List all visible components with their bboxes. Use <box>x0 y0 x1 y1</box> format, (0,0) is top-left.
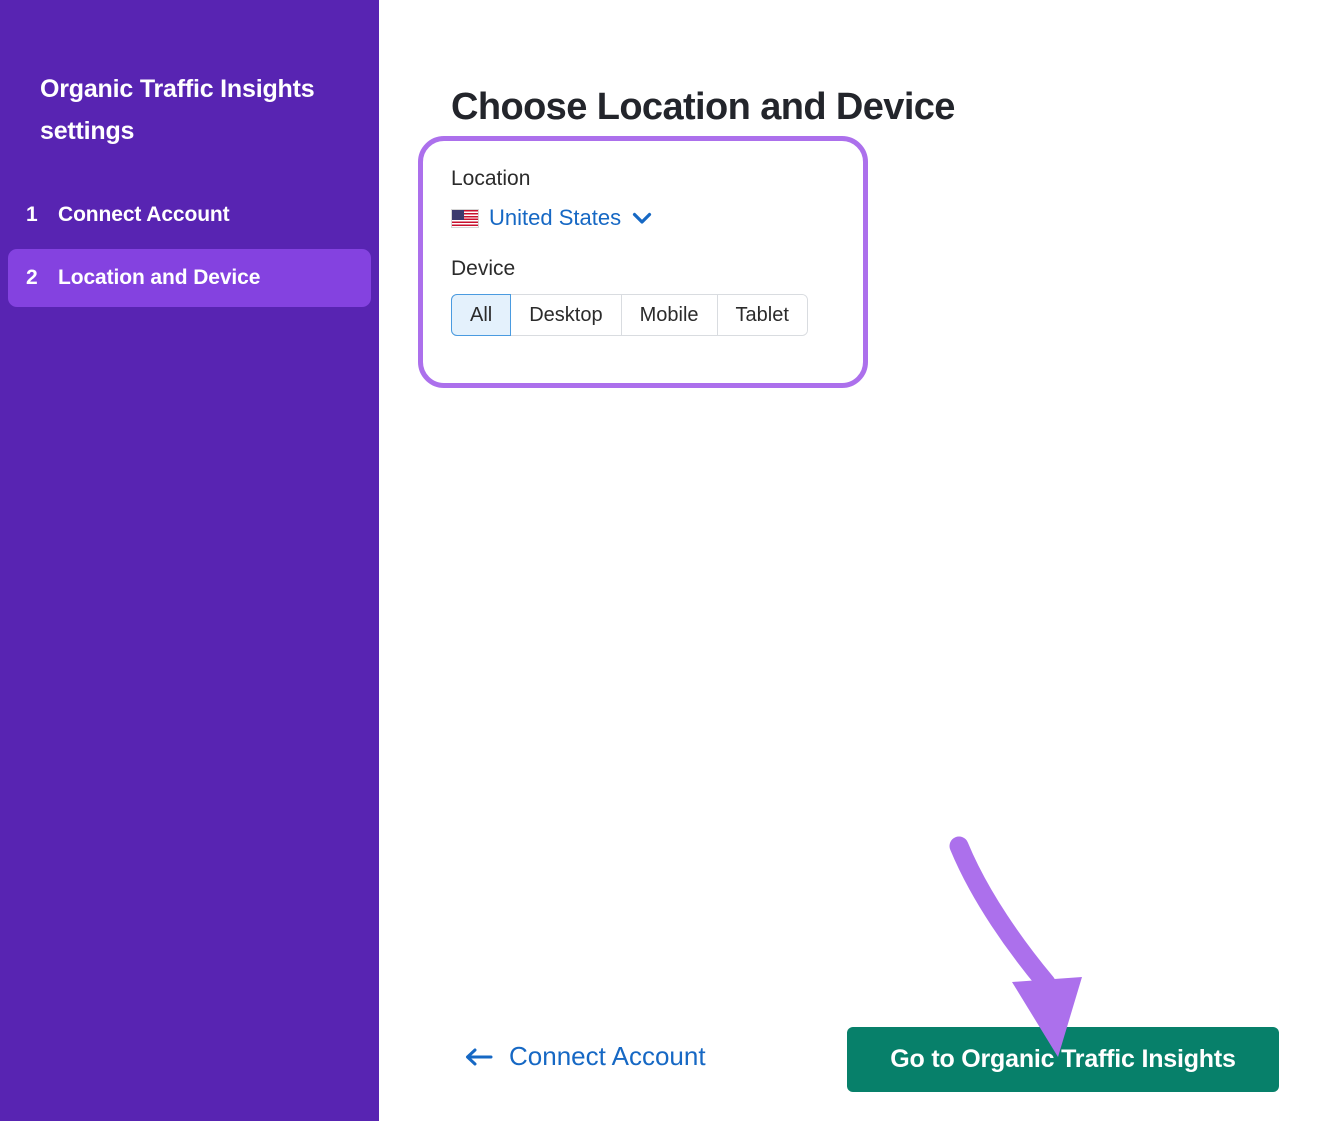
device-option-desktop[interactable]: Desktop <box>511 295 621 335</box>
step-label: Location and Device <box>58 266 260 290</box>
location-label: Location <box>451 165 808 193</box>
sidebar-title: Organic Traffic Insights settings <box>40 68 340 152</box>
step-number: 1 <box>26 203 58 227</box>
location-selected-value: United States <box>489 205 621 231</box>
go-to-organic-traffic-insights-button[interactable]: Go to Organic Traffic Insights <box>847 1027 1279 1092</box>
device-label: Device <box>451 255 808 283</box>
sidebar-step-list: 1 Connect Account 2 Location and Device <box>0 186 379 312</box>
main-content: Choose Location and Device Location Unit… <box>379 0 1322 1121</box>
sidebar-item-connect-account[interactable]: 1 Connect Account <box>8 186 371 244</box>
step-label: Connect Account <box>58 203 230 227</box>
back-link-label: Connect Account <box>509 1041 706 1072</box>
sidebar-item-location-and-device[interactable]: 2 Location and Device <box>8 249 371 307</box>
location-dropdown[interactable]: United States <box>451 205 652 231</box>
device-segmented-control: All Desktop Mobile Tablet <box>451 294 808 336</box>
device-option-all[interactable]: All <box>451 294 511 336</box>
step-number: 2 <box>26 266 58 290</box>
device-option-label: Tablet <box>736 304 789 327</box>
us-flag-icon <box>451 209 479 228</box>
device-option-mobile[interactable]: Mobile <box>622 295 718 335</box>
arrow-left-icon <box>463 1046 493 1068</box>
card-content: Location United States Device All <box>423 141 836 336</box>
back-to-connect-account-link[interactable]: Connect Account <box>463 1041 706 1072</box>
sidebar: Organic Traffic Insights settings 1 Conn… <box>0 0 379 1121</box>
device-option-tablet[interactable]: Tablet <box>718 295 807 335</box>
device-option-label: Desktop <box>529 304 602 327</box>
page-title: Choose Location and Device <box>451 86 955 129</box>
device-option-label: Mobile <box>640 304 699 327</box>
chevron-down-icon <box>632 212 652 225</box>
location-and-device-card: Location United States Device All <box>418 136 868 388</box>
device-option-label: All <box>470 304 492 327</box>
organic-traffic-insights-settings-page: Organic Traffic Insights settings 1 Conn… <box>0 0 1322 1121</box>
